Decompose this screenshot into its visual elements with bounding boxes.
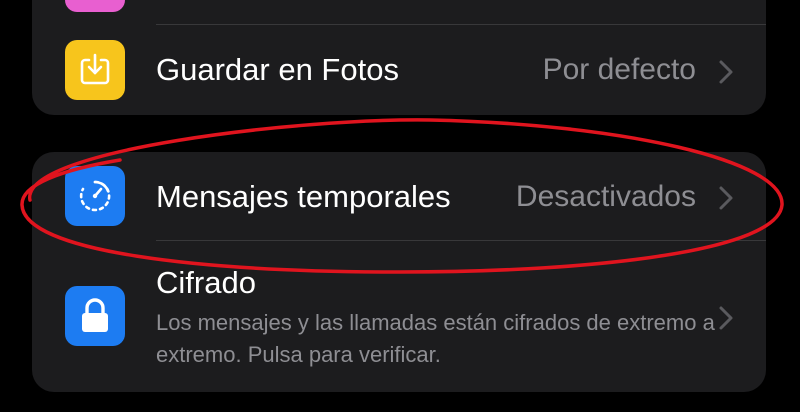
encryption-description: Los mensajes y las llamadas están cifrad… [156,310,715,367]
download-icon [65,40,125,100]
lock-icon [65,286,125,346]
disappearing-messages-label: Mensajes temporales [156,179,451,214]
app-icon [65,0,125,12]
encryption-label: Cifrado [156,265,256,300]
settings-group-top: Guardar en Fotos Por defecto [32,0,766,115]
disappearing-messages-value: Desactivados [515,180,696,213]
settings-row-encryption[interactable]: Cifrado Los mensajes y las llamadas está… [32,241,766,391]
chevron-right-icon [719,60,733,84]
save-photos-value: Por defecto [542,53,696,86]
save-photos-label: Guardar en Fotos [156,52,399,87]
settings-row-partial[interactable] [32,0,766,20]
settings-row-disappearing-messages[interactable]: Mensajes temporales Desactivados [32,152,766,240]
chevron-right-icon [719,306,733,330]
chevron-right-icon [719,186,733,210]
settings-group-bottom: Mensajes temporales Desactivados Cifrado… [32,152,766,392]
settings-screen: Guardar en Fotos Por defecto Mensajes te… [0,0,800,412]
settings-row-save-photos[interactable]: Guardar en Fotos Por defecto [32,25,766,115]
timer-icon [65,166,125,226]
